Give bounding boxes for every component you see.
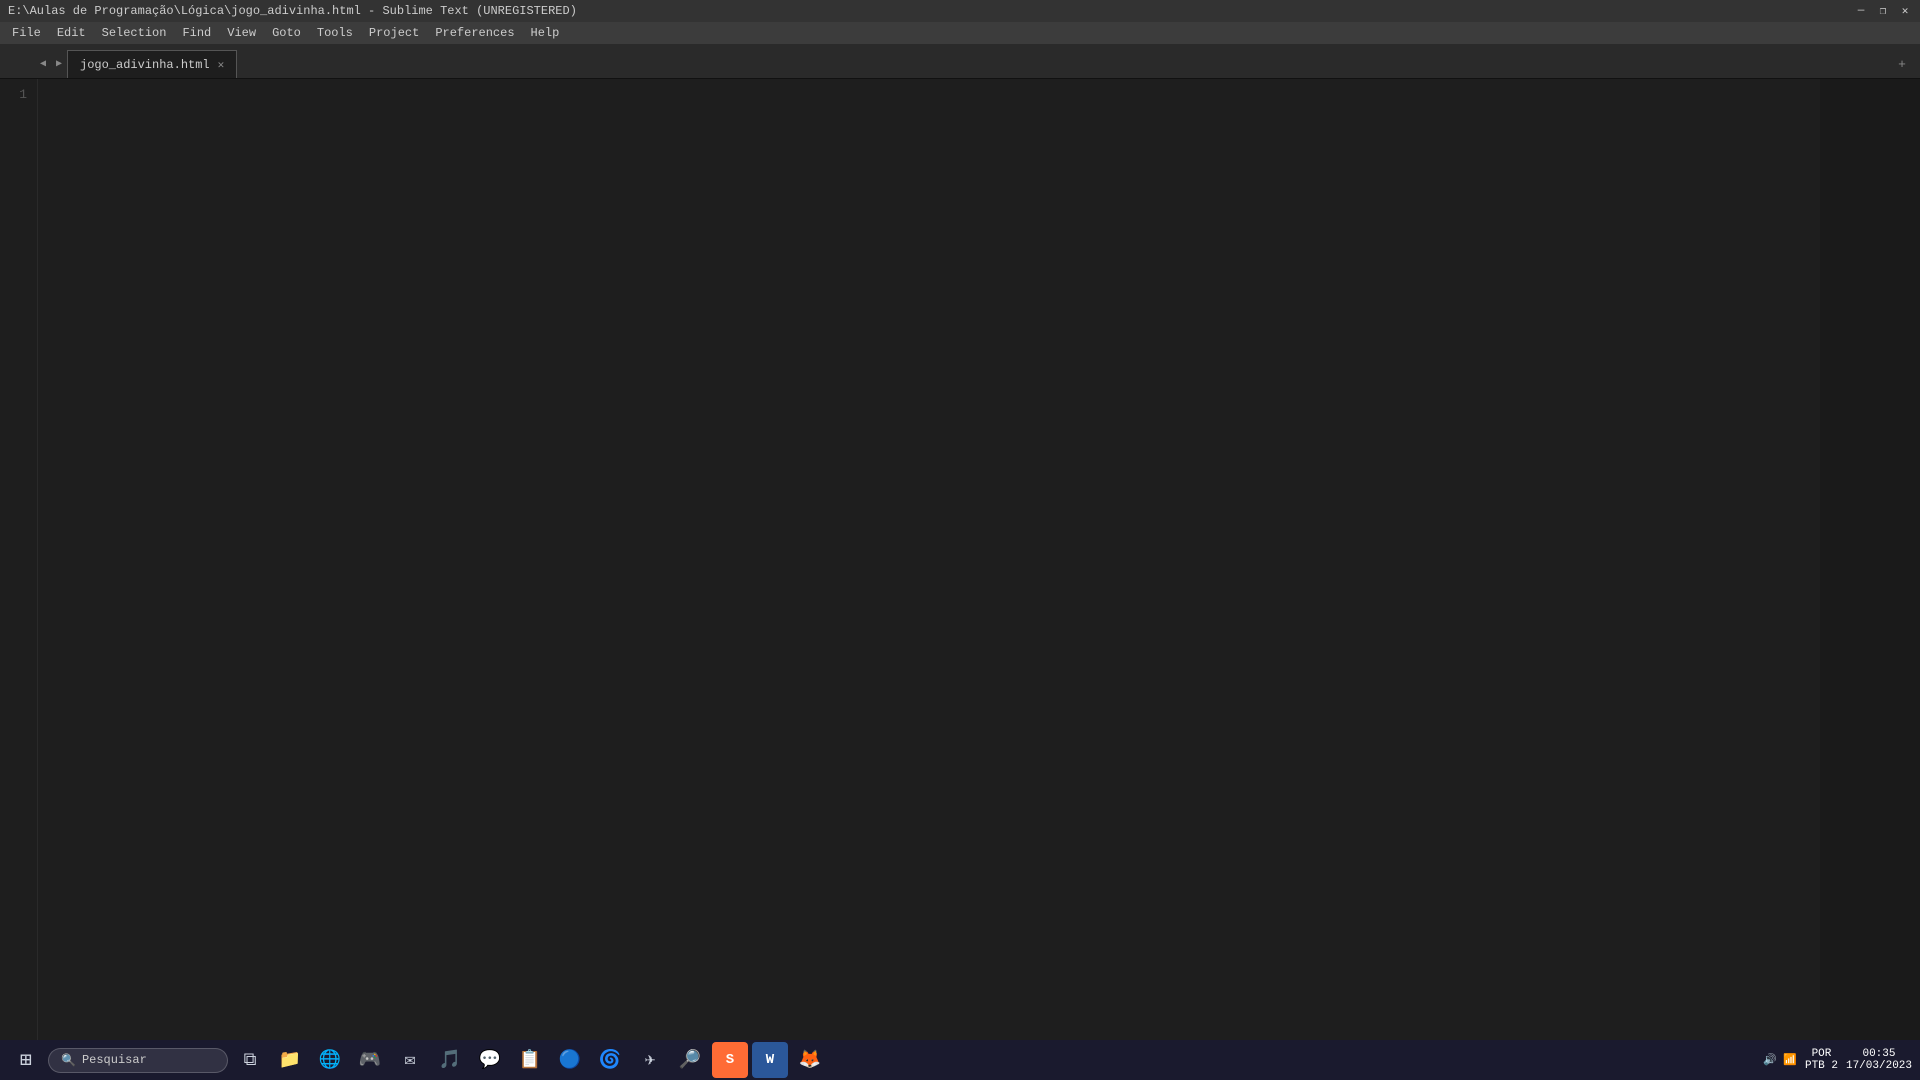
tray-lang: POR PTB 2 bbox=[1805, 1048, 1838, 1072]
search-label: Pesquisar bbox=[82, 1053, 147, 1067]
new-tab-button[interactable]: + bbox=[1892, 50, 1912, 78]
menu-edit[interactable]: Edit bbox=[49, 22, 94, 44]
restore-button[interactable]: ❐ bbox=[1876, 4, 1890, 18]
tab-close-button[interactable]: ✕ bbox=[218, 58, 225, 72]
menu-help[interactable]: Help bbox=[523, 22, 568, 44]
menu-goto[interactable]: Goto bbox=[264, 22, 309, 44]
main-content: 1 bbox=[0, 79, 1920, 1052]
discord-button[interactable]: 💬 bbox=[472, 1042, 508, 1078]
line-numbers: 1 bbox=[0, 79, 38, 1052]
menu-find[interactable]: Find bbox=[174, 22, 219, 44]
menu-view[interactable]: View bbox=[219, 22, 264, 44]
menu-bar: File Edit Selection Find View Goto Tools… bbox=[0, 22, 1920, 44]
title-bar-controls: — ❐ ✕ bbox=[1854, 4, 1912, 18]
menu-tools[interactable]: Tools bbox=[309, 22, 361, 44]
minimize-button[interactable]: — bbox=[1854, 4, 1868, 18]
firefox-button[interactable]: 🦊 bbox=[792, 1042, 828, 1078]
menu-file[interactable]: File bbox=[4, 22, 49, 44]
steam-button[interactable]: 🎮 bbox=[352, 1042, 388, 1078]
search-icon: 🔍 bbox=[61, 1053, 76, 1068]
tray-clock: 00:35 17/03/2023 bbox=[1846, 1048, 1912, 1072]
app10-button[interactable]: 🌀 bbox=[592, 1042, 628, 1078]
word-button[interactable]: W bbox=[752, 1042, 788, 1078]
app12-button[interactable]: 🔎 bbox=[672, 1042, 708, 1078]
menu-selection[interactable]: Selection bbox=[94, 22, 175, 44]
title-bar: E:\Aulas de Programação\Lógica\jogo_adiv… bbox=[0, 0, 1920, 22]
tab-nav-left[interactable]: ◀ bbox=[35, 50, 51, 78]
line-number-1: 1 bbox=[0, 85, 27, 105]
title-bar-title: E:\Aulas de Programação\Lógica\jogo_adiv… bbox=[8, 4, 577, 18]
menu-preferences[interactable]: Preferences bbox=[427, 22, 522, 44]
taskbar-search[interactable]: 🔍 Pesquisar bbox=[48, 1048, 228, 1073]
sublime-button[interactable]: S bbox=[712, 1042, 748, 1078]
tab-bar: ◀ ▶ jogo_adivinha.html ✕ + bbox=[0, 44, 1920, 79]
chrome-button[interactable]: 🔵 bbox=[552, 1042, 588, 1078]
taskbar-tray: 🔊 📶 POR PTB 2 00:35 17/03/2023 bbox=[1763, 1048, 1912, 1072]
tab-label: jogo_adivinha.html bbox=[80, 58, 210, 72]
telegram-button[interactable]: ✈ bbox=[632, 1042, 668, 1078]
tab-jogo-adivinha[interactable]: jogo_adivinha.html ✕ bbox=[67, 50, 237, 78]
menu-project[interactable]: Project bbox=[361, 22, 427, 44]
tray-icons: 🔊 📶 bbox=[1763, 1053, 1797, 1067]
tab-nav-arrows: ◀ ▶ bbox=[35, 50, 67, 78]
minimap bbox=[1820, 79, 1920, 1052]
task-view-button[interactable]: ⧉ bbox=[232, 1042, 268, 1078]
close-button[interactable]: ✕ bbox=[1898, 4, 1912, 18]
explorer-button[interactable]: 📁 bbox=[272, 1042, 308, 1078]
code-editor[interactable] bbox=[38, 79, 1820, 1052]
taskbar: ⊞ 🔍 Pesquisar ⧉ 📁 🌐 🎮 ✉ 🎵 💬 📋 🔵 🌀 ✈ 🔎 S … bbox=[0, 1040, 1920, 1080]
mail-button[interactable]: ✉ bbox=[392, 1042, 428, 1078]
app8-button[interactable]: 📋 bbox=[512, 1042, 548, 1078]
edge-button[interactable]: 🌐 bbox=[312, 1042, 348, 1078]
app6-button[interactable]: 🎵 bbox=[432, 1042, 468, 1078]
tab-nav-right[interactable]: ▶ bbox=[51, 50, 67, 78]
windows-start-button[interactable]: ⊞ bbox=[8, 1042, 44, 1078]
